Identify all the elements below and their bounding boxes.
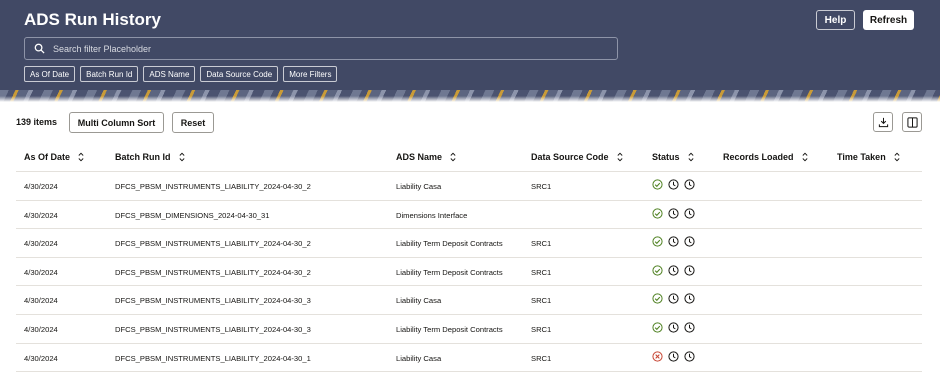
success-icon xyxy=(652,179,663,190)
cell-src: SRC1 xyxy=(531,353,552,363)
cell-ads: Liability Casa xyxy=(396,353,442,363)
reset-button[interactable]: Reset xyxy=(172,112,214,133)
column-header-time-taken[interactable]: Time Taken xyxy=(837,152,900,162)
clock-icon xyxy=(684,293,695,304)
table-row[interactable]: 4/30/2024 DFCS_PBSM_INSTRUMENTS_LIABILITY… xyxy=(16,315,922,344)
cell-date: 4/30/2024 xyxy=(24,324,58,334)
columns-icon xyxy=(906,116,918,128)
table-row[interactable]: 4/30/2024 DFCS_PBSM_DIMENSIONS_2024-04-30… xyxy=(16,201,922,230)
clock-icon xyxy=(668,322,679,333)
status-icons xyxy=(652,322,695,333)
cell-src: SRC1 xyxy=(531,267,552,277)
cell-ads: Liability Term Deposit Contracts xyxy=(396,267,503,277)
table-row[interactable]: 4/30/2024 DFCS_PBSM_INSTRUMENTS_LIABILITY… xyxy=(16,286,922,315)
page-title: ADS Run History xyxy=(24,10,161,29)
clock-icon xyxy=(684,179,695,190)
error-icon xyxy=(652,350,663,362)
cell-date: 4/30/2024 xyxy=(24,353,58,363)
table-header: As Of Date Batch Run Id ADS Name Data So… xyxy=(16,143,922,172)
clock-icon xyxy=(684,265,695,276)
column-header-as-of-date[interactable]: As Of Date xyxy=(24,152,84,162)
download-button[interactable] xyxy=(873,112,893,132)
sort-icon xyxy=(450,152,456,162)
cell-ads: Liability Casa xyxy=(396,296,442,306)
table-row[interactable]: 4/30/2024 DFCS_PBSM_INSTRUMENTS_LIABILITY… xyxy=(16,229,922,258)
table-row[interactable]: 4/30/2024 DFCS_PBSM_INSTRUMENTS_LIABILITY… xyxy=(16,172,922,201)
status-icons xyxy=(652,293,695,304)
table-body: 4/30/2024 DFCS_PBSM_INSTRUMENTS_LIABILITY… xyxy=(16,172,922,373)
cell-src: SRC1 xyxy=(531,324,552,334)
clock-icon xyxy=(668,265,679,276)
cell-batch: DFCS_PBSM_INSTRUMENTS_LIABILITY_2024-04-… xyxy=(115,353,311,363)
status-icons xyxy=(652,265,695,276)
cell-date: 4/30/2024 xyxy=(24,182,58,191)
sort-icon xyxy=(894,152,900,162)
clock-icon xyxy=(684,208,695,219)
cell-batch: DFCS_PBSM_INSTRUMENTS_LIABILITY_2024-04-… xyxy=(115,239,311,249)
filter-chip[interactable]: As Of Date xyxy=(24,66,76,82)
filter-chip[interactable]: More Filters xyxy=(283,66,338,82)
clock-icon xyxy=(668,179,679,190)
success-icon xyxy=(652,293,663,304)
column-header-data-source-code[interactable]: Data Source Code xyxy=(531,152,623,162)
column-header-ads-name[interactable]: ADS Name xyxy=(396,152,456,162)
status-icons xyxy=(652,350,695,362)
clock-icon xyxy=(668,350,679,362)
table-row[interactable]: 4/30/2024 DFCS_PBSM_INSTRUMENTS_LIABILITY… xyxy=(16,344,922,373)
filter-chip[interactable]: ADS Name xyxy=(143,66,196,82)
table-row[interactable]: 4/30/2024 DFCS_PBSM_INSTRUMENTS_LIABILITY… xyxy=(16,258,922,287)
success-icon xyxy=(652,265,663,276)
success-icon xyxy=(652,208,663,219)
search-input[interactable]: Search filter Placeholder xyxy=(24,37,618,60)
clock-icon xyxy=(684,236,695,247)
cell-date: 4/30/2024 xyxy=(24,239,58,249)
cell-src: SRC1 xyxy=(531,182,552,191)
sort-icon xyxy=(617,152,623,162)
item-count: 139 items xyxy=(16,117,58,127)
sort-icon xyxy=(178,152,185,162)
status-icons xyxy=(652,208,695,219)
cell-batch: DFCS_PBSM_DIMENSIONS_2024-04-30_31 xyxy=(115,210,270,220)
column-header-records-loaded[interactable]: Records Loaded xyxy=(723,152,808,162)
clock-icon xyxy=(684,350,695,362)
cell-ads: Liability Term Deposit Contracts xyxy=(396,324,503,334)
search-icon xyxy=(25,43,53,54)
column-manager-button[interactable] xyxy=(902,112,922,132)
clock-icon xyxy=(684,322,695,333)
column-header-batch-run-id[interactable]: Batch Run Id xyxy=(115,152,185,162)
clock-icon xyxy=(668,208,679,219)
filter-chips: As Of Date Batch Run Id ADS Name Data Sourc… xyxy=(24,66,338,82)
cell-ads: Liability Casa xyxy=(396,182,442,191)
sort-icon xyxy=(801,152,808,162)
clock-icon xyxy=(668,236,679,247)
clock-icon xyxy=(668,293,679,304)
cell-batch: DFCS_PBSM_INSTRUMENTS_LIABILITY_2024-04-… xyxy=(115,324,311,334)
success-icon xyxy=(652,236,663,247)
multi-column-sort-button[interactable]: Multi Column Sort xyxy=(69,112,164,133)
download-icon xyxy=(878,117,888,127)
success-icon xyxy=(652,322,663,333)
cell-batch: DFCS_PBSM_INSTRUMENTS_LIABILITY_2024-04-… xyxy=(115,296,311,306)
cell-ads: Dimensions Interface xyxy=(396,210,468,220)
filter-chip[interactable]: Data Source Code xyxy=(200,66,279,82)
filter-chip[interactable]: Batch Run Id xyxy=(80,66,139,82)
cell-date: 4/30/2024 xyxy=(24,267,58,277)
search-placeholder: Search filter Placeholder xyxy=(53,43,152,54)
cell-date: 4/30/2024 xyxy=(24,210,58,220)
refresh-button[interactable]: Refresh xyxy=(863,10,914,30)
cell-ads: Liability Term Deposit Contracts xyxy=(396,239,503,249)
cell-src: SRC1 xyxy=(531,239,552,249)
cell-batch: DFCS_PBSM_INSTRUMENTS_LIABILITY_2024-04-… xyxy=(115,267,311,277)
help-button[interactable]: Help xyxy=(816,10,855,30)
sort-icon xyxy=(78,152,84,162)
column-header-status[interactable]: Status xyxy=(652,152,694,162)
cell-date: 4/30/2024 xyxy=(24,296,58,306)
cell-src: SRC1 xyxy=(531,296,552,306)
status-icons xyxy=(652,236,695,247)
cell-batch: DFCS_PBSM_INSTRUMENTS_LIABILITY_2024-04-… xyxy=(115,182,311,191)
sort-icon xyxy=(687,152,694,162)
status-icons xyxy=(652,179,695,190)
